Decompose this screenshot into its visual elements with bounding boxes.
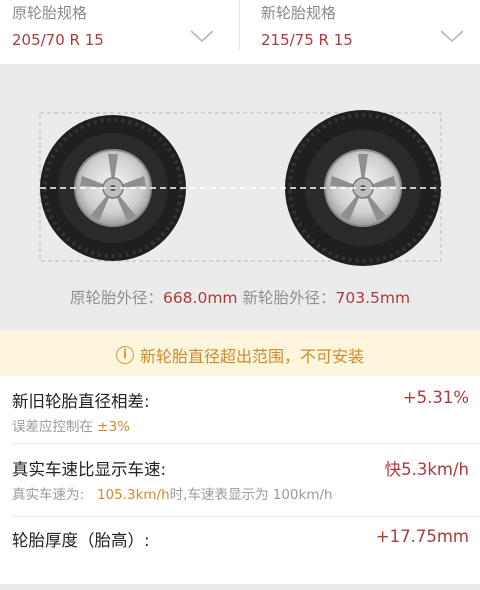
- tire-illustration: [39, 110, 442, 266]
- info-icon: i: [115, 346, 134, 364]
- speed-title: 真实车速比显示车速:: [12, 460, 167, 479]
- thickness-row: 轮胎厚度（胎高）: +17.75mm: [0, 517, 480, 584]
- tolerance-value: ±3%: [97, 419, 131, 435]
- speed-row: 真实车速比显示车速: 快5.3km/h 真实车速为: 105.3km/h时,车速…: [0, 444, 480, 516]
- details-list: 新旧轮胎直径相差: +5.31% 误差应控制在 ±3% 真实车速比显示车速: 快…: [0, 376, 480, 584]
- real-speed-value: 105.3km/h: [96, 487, 170, 503]
- warning-banner: i 新轮胎直径超出范围，不可安装: [0, 330, 480, 376]
- speed-value: 快5.3km/h: [384, 460, 469, 479]
- old-tire-selector[interactable]: 原轮胎规格 205/70 R 15: [0, 0, 239, 64]
- new-tire-label: 新轮胎规格: [261, 4, 337, 22]
- chevron-down-icon[interactable]: [440, 28, 464, 44]
- tolerance-label: 误差应控制在: [12, 419, 98, 435]
- speedometer-note: 时,车速表显示为 100km/h: [169, 487, 333, 503]
- new-diameter-label: 新轮胎外径：: [242, 289, 336, 307]
- new-tire-selector[interactable]: 新轮胎规格 215/75 R 15: [240, 0, 480, 64]
- warning-text: 新轮胎直径超出范围，不可安装: [139, 347, 364, 366]
- real-speed-label: 真实车速为:: [12, 487, 97, 503]
- diameter-diff-value: +5.31%: [402, 388, 469, 407]
- chevron-down-icon[interactable]: [190, 28, 214, 44]
- diameter-diff-row: 新旧轮胎直径相差: +5.31% 误差应控制在 ±3%: [0, 376, 480, 443]
- speed-note: 真实车速为: 105.3km/h时,车速表显示为 100km/h: [12, 483, 333, 503]
- tire-comparison: 原轮胎外径：668.0mm 新轮胎外径：703.5mm: [0, 64, 480, 330]
- old-diameter-label: 原轮胎外径：: [69, 289, 163, 307]
- bottom-spacer: [0, 584, 480, 590]
- old-tire-label: 原轮胎规格: [12, 4, 88, 22]
- new-tire-value: 215/75 R 15: [261, 31, 353, 49]
- diameter-diff-note: 误差应控制在 ±3%: [12, 415, 130, 435]
- diameter-readout: 原轮胎外径：668.0mm 新轮胎外径：703.5mm: [0, 286, 480, 308]
- diameter-diff-title: 新旧轮胎直径相差:: [12, 392, 150, 411]
- old-diameter-value: 668.0mm: [162, 289, 238, 307]
- thickness-value: +17.75mm: [375, 527, 469, 546]
- thickness-title: 轮胎厚度（胎高）:: [12, 531, 150, 550]
- new-diameter-value: 703.5mm: [335, 289, 411, 307]
- old-tire-value: 205/70 R 15: [12, 31, 104, 49]
- tire-spec-selectors: 原轮胎规格 205/70 R 15 新轮胎规格 215/75 R 15: [0, 0, 480, 64]
